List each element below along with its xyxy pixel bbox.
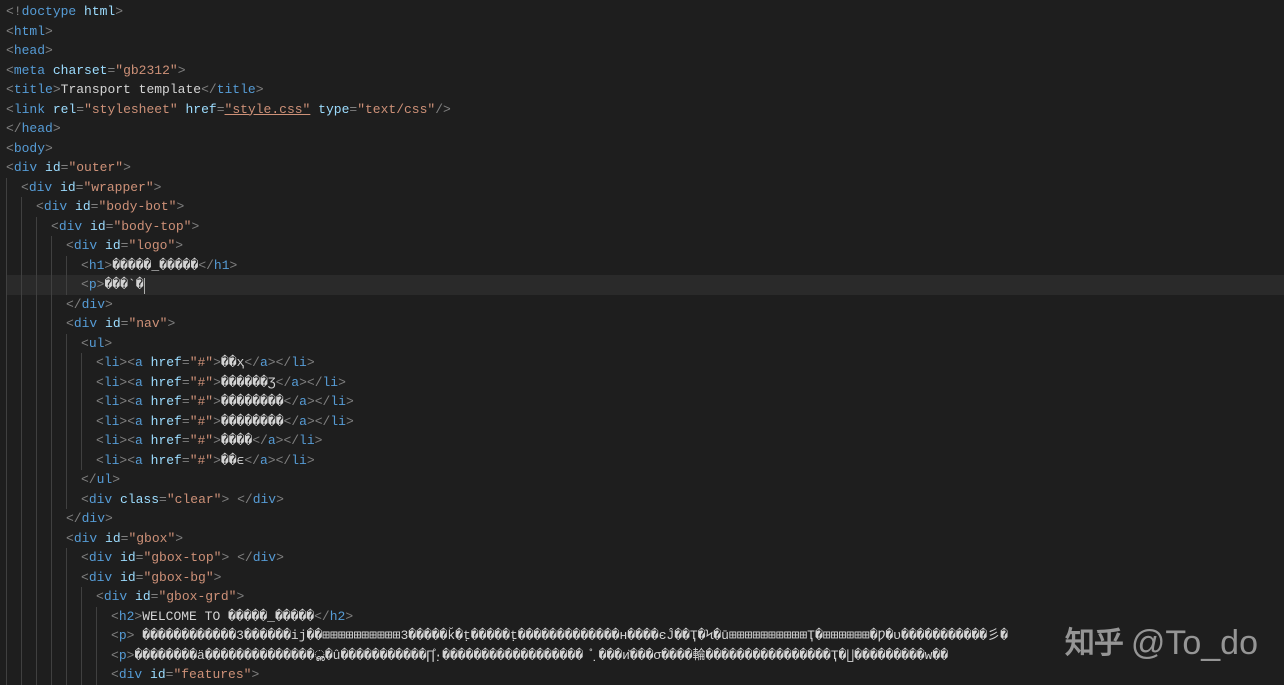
code-line[interactable]: <div id="outer">: [6, 158, 1284, 178]
code-line[interactable]: <head>: [6, 41, 1284, 61]
code-line[interactable]: <div id="gbox-bg">: [6, 568, 1284, 588]
code-line[interactable]: <div id="features">: [6, 665, 1284, 685]
code-line[interactable]: <li><a href="#">��������</a></li>: [6, 392, 1284, 412]
code-line[interactable]: <li><a href="#">��ϵ</a></li>: [6, 451, 1284, 471]
code-line[interactable]: <div id="gbox-top"> </div>: [6, 548, 1284, 568]
code-line[interactable]: <div id="body-bot">: [6, 197, 1284, 217]
code-line[interactable]: <div id="wrapper">: [6, 178, 1284, 198]
code-line[interactable]: <!doctype html>: [6, 2, 1284, 22]
code-line[interactable]: <div id="logo">: [6, 236, 1284, 256]
code-line[interactable]: <h1>�����_�����</h1>: [6, 256, 1284, 276]
code-line[interactable]: <div class="clear"> </div>: [6, 490, 1284, 510]
code-line[interactable]: <ul>: [6, 334, 1284, 354]
code-line[interactable]: </ul>: [6, 470, 1284, 490]
code-line[interactable]: </head>: [6, 119, 1284, 139]
code-line[interactable]: </div>: [6, 509, 1284, 529]
code-line[interactable]: <div id="nav">: [6, 314, 1284, 334]
code-line[interactable]: <div id="gbox-grd">: [6, 587, 1284, 607]
code-line[interactable]: <li><a href="#">������Ʒ</a></li>: [6, 373, 1284, 393]
code-line[interactable]: <title>Transport template</title>: [6, 80, 1284, 100]
code-editor[interactable]: <!doctype html><html><head><meta charset…: [0, 0, 1284, 685]
text-cursor: [144, 278, 145, 294]
code-line[interactable]: <p>���`�: [6, 275, 1284, 295]
code-line[interactable]: <meta charset="gb2312">: [6, 61, 1284, 81]
code-line[interactable]: <html>: [6, 22, 1284, 42]
code-line[interactable]: <link rel="stylesheet" href="style.css" …: [6, 100, 1284, 120]
code-line[interactable]: <li><a href="#">��ҳ</a></li>: [6, 353, 1284, 373]
code-line[interactable]: <li><a href="#">����</a></li>: [6, 431, 1284, 451]
watermark: 知乎 @To_do: [1065, 634, 1258, 654]
zhihu-logo-icon: 知乎: [1065, 634, 1123, 654]
code-content[interactable]: <!doctype html><html><head><meta charset…: [6, 0, 1284, 685]
code-line[interactable]: <li><a href="#">��������</a></li>: [6, 412, 1284, 432]
code-line[interactable]: <div id="gbox">: [6, 529, 1284, 549]
code-line[interactable]: <div id="body-top">: [6, 217, 1284, 237]
code-line[interactable]: </div>: [6, 295, 1284, 315]
code-line[interactable]: <body>: [6, 139, 1284, 159]
code-line[interactable]: <h2>WELCOME TO �����_�����</h2>: [6, 607, 1284, 627]
watermark-handle: @To_do: [1131, 634, 1258, 654]
